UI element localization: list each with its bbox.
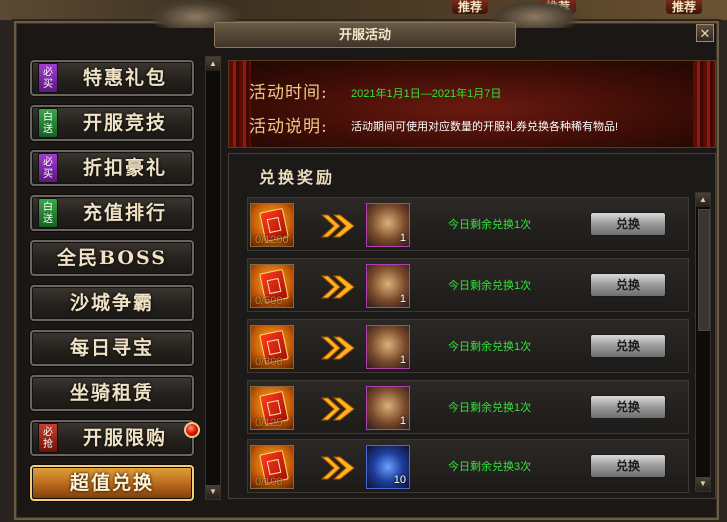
coupon-cost: 0/500: [255, 295, 283, 307]
curtain-right: [693, 61, 715, 147]
event-desc-value: 活动期间可使用对应数量的开服礼券兑换各种稀有物品!: [351, 121, 619, 133]
badge-must-buy: 必买: [38, 153, 58, 183]
arrow-right-icon: [320, 456, 355, 480]
reward-count: 1: [399, 415, 406, 427]
remaining-count: 今日剩余兑换1次: [448, 219, 532, 231]
event-time-label: 活动时间:: [249, 83, 328, 103]
arrow-right-icon: [320, 336, 355, 360]
remaining-count: 今日剩余兑换1次: [448, 341, 532, 353]
coupon-icon: 0/1200: [250, 203, 294, 247]
coupon-icon: 0/300: [250, 325, 294, 369]
sidebar-item-exchange[interactable]: 超值兑换: [30, 465, 194, 501]
deer-mount-icon[interactable]: 1: [366, 325, 410, 369]
badge-must-buy: 必买: [38, 63, 58, 93]
reward-count: 1: [399, 293, 406, 305]
exchange-row: 0/125 1 今日剩余兑换1次 兑换: [247, 380, 689, 434]
sidebar-item-label: 充值排行: [82, 202, 167, 224]
arrow-right-icon: [320, 214, 355, 238]
exchange-row: 0/1200 1 今日剩余兑换1次 兑换: [247, 197, 689, 251]
remaining-count: 今日剩余兑换1次: [448, 402, 532, 414]
remaining-count: 今日剩余兑换1次: [448, 280, 532, 292]
exchange-button[interactable]: 兑换: [590, 395, 666, 419]
exchange-button[interactable]: 兑换: [590, 334, 666, 358]
sidebar-item-special-pack[interactable]: 必买 特惠礼包: [30, 60, 194, 96]
scroll-up-icon[interactable]: ▲: [206, 57, 220, 71]
scene-background: 推荐 推荐 推荐: [0, 0, 727, 20]
coupon-cost: 0/300: [255, 356, 283, 368]
coupon-cost: 0/100: [255, 476, 283, 488]
scroll-down-icon[interactable]: ▼: [206, 485, 220, 499]
badge-free: 白送: [38, 198, 58, 228]
event-banner: 活动时间: 2021年1月1日—2021年1月7日 活动说明: 活动期间可使用对…: [228, 60, 716, 148]
exchange-row: 0/100 10 今日剩余兑换3次 兑换: [247, 439, 689, 493]
exchange-title: 兑换奖励: [259, 168, 336, 187]
coupon-cost: 0/125: [255, 417, 283, 429]
exchange-panel: 兑换奖励 0/1200 1 今日剩余兑换1次 兑换 0/500 1 今日剩余兑换…: [228, 153, 716, 499]
event-time-value: 2021年1月1日—2021年1月7日: [351, 88, 502, 100]
recommend-tag: 推荐: [452, 0, 489, 14]
deer-mount-icon[interactable]: 1: [366, 386, 410, 430]
sidebar-item-label: 特惠礼包: [82, 67, 167, 89]
sidebar-item-limited[interactable]: 必抢 开服限购: [30, 420, 200, 456]
recommend-tag: 推荐: [666, 0, 703, 14]
sidebar-scrollbar[interactable]: ▲ ▼: [205, 56, 221, 500]
arrow-right-icon: [320, 397, 355, 421]
event-desc-label: 活动说明:: [249, 117, 328, 137]
sidebar-item-boss[interactable]: 全民BOSS: [30, 240, 194, 276]
coupon-icon: 0/500: [250, 264, 294, 308]
sidebar-item-label: 沙城争霸: [69, 292, 154, 314]
exchange-button[interactable]: 兑换: [590, 454, 666, 478]
blue-gem-icon[interactable]: 10: [366, 445, 410, 489]
sidebar-item-label: 开服竞技: [82, 112, 167, 134]
sidebar-item-label: 开服限购: [82, 427, 167, 449]
sidebar-item-label: 全民BOSS: [57, 247, 167, 269]
sidebar-item-mount-rent[interactable]: 坐骑租赁: [30, 375, 194, 411]
sidebar-item-label: 每日寻宝: [69, 337, 154, 359]
badge-must-grab: 必抢: [38, 423, 58, 453]
coupon-icon: 0/100: [250, 445, 294, 489]
sidebar-item-siege[interactable]: 沙城争霸: [30, 285, 194, 321]
fox-mount-icon[interactable]: 1: [366, 203, 410, 247]
reward-count: 1: [399, 232, 406, 244]
sidebar-item-label: 折扣豪礼: [82, 157, 167, 179]
exchange-button[interactable]: 兑换: [590, 212, 666, 236]
remaining-count: 今日剩余兑换3次: [448, 461, 532, 473]
sidebar-item-discount[interactable]: 必买 折扣豪礼: [30, 150, 194, 186]
window-title: 开服活动: [214, 22, 516, 48]
coupon-cost: 0/1200: [255, 234, 289, 246]
exchange-row: 0/300 1 今日剩余兑换1次 兑换: [247, 319, 689, 373]
close-icon[interactable]: ✕: [696, 24, 714, 42]
curtain-left: [229, 61, 251, 147]
sidebar-item-treasure[interactable]: 每日寻宝: [30, 330, 194, 366]
notification-dot-icon: [184, 422, 200, 438]
coupon-icon: 0/125: [250, 386, 294, 430]
scroll-thumb[interactable]: [698, 209, 710, 331]
sidebar-item-arena[interactable]: 白送 开服竞技: [30, 105, 194, 141]
sidebar-item-label: 超值兑换: [69, 472, 154, 494]
arrow-right-icon: [320, 275, 355, 299]
exchange-row: 0/500 1 今日剩余兑换1次 兑换: [247, 258, 689, 312]
badge-free: 白送: [38, 108, 58, 138]
scroll-down-icon[interactable]: ▼: [696, 477, 710, 491]
scroll-up-icon[interactable]: ▲: [696, 193, 710, 207]
exchange-button[interactable]: 兑换: [590, 273, 666, 297]
deer-mount-icon[interactable]: 1: [366, 264, 410, 308]
reward-count: 1: [399, 354, 406, 366]
reward-count: 10: [393, 474, 406, 486]
sidebar-item-label: 坐骑租赁: [69, 382, 154, 404]
exchange-scrollbar[interactable]: ▲ ▼: [695, 192, 711, 492]
sidebar-item-recharge-rank[interactable]: 白送 充值排行: [30, 195, 194, 231]
